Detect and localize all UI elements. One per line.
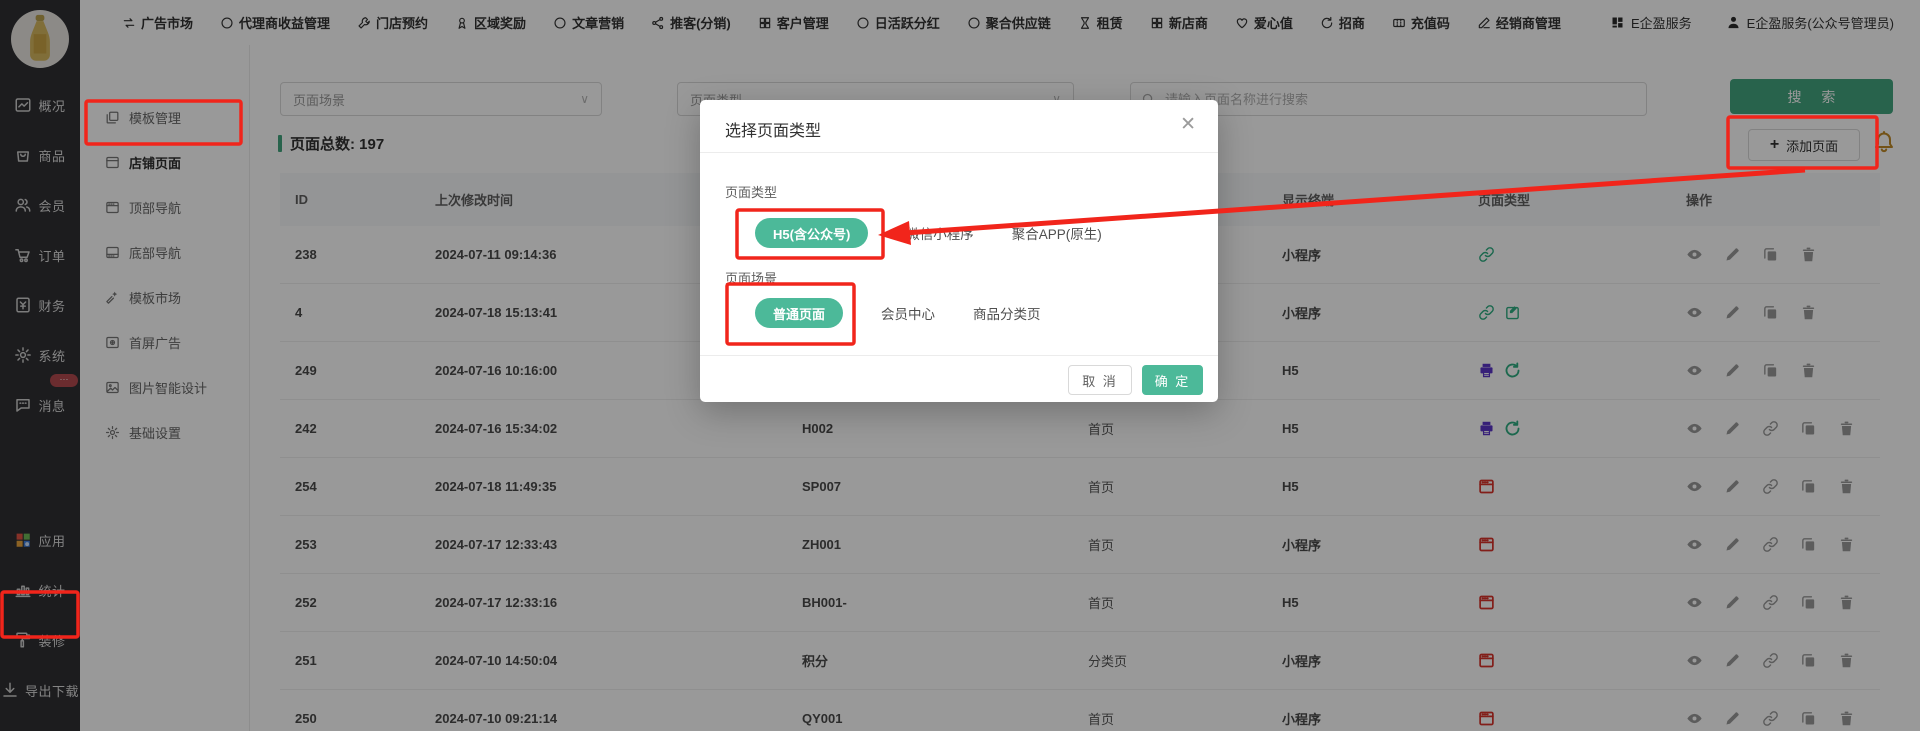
app-window: 概况商品会员订单财务系统消息···应用统计装修导出下载 广告市场代理商收益管理门… [0,0,1920,731]
option-goods-category-page[interactable]: 商品分类页 [973,303,1041,323]
modal-footer-divider [700,355,1218,356]
option-aggregated-app[interactable]: 聚合APP(原生) [1012,223,1102,243]
close-icon[interactable]: ✕ [1180,113,1196,136]
select-page-type-modal: 选择页面类型 ✕ 页面类型 H5(含公众号) 微信小程序 聚合APP(原生) 页面场… [700,100,1218,402]
option-normal-page[interactable]: 普通页面 [755,298,843,328]
page-type-options: H5(含公众号) 微信小程序 聚合APP(原生) [755,218,1102,248]
option-h5-label: H5(含公众号) [773,224,850,243]
modal-section-label-scene: 页面场景 [725,268,777,287]
option-wechat-miniprogram[interactable]: 微信小程序 [906,223,974,243]
modal-section-label-type: 页面类型 [725,182,777,201]
option-h5[interactable]: H5(含公众号) [755,218,868,248]
modal-header-divider [700,152,1218,153]
modal-title: 选择页面类型 [725,117,821,141]
page-scene-options: 普通页面 会员中心 商品分类页 [755,298,1041,328]
confirm-button[interactable]: 确 定 [1142,365,1203,395]
option-member-center[interactable]: 会员中心 [881,303,935,323]
option-normal-page-label: 普通页面 [773,304,825,323]
cancel-button[interactable]: 取 消 [1068,365,1132,395]
